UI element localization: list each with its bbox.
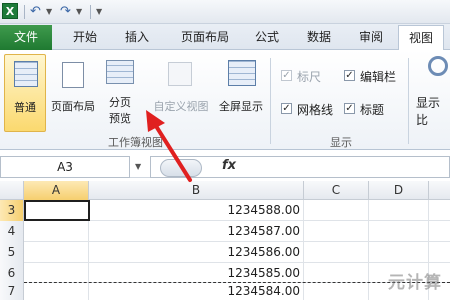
watermark-logo: 元计算	[388, 273, 442, 293]
annotation-arrow	[146, 110, 192, 182]
